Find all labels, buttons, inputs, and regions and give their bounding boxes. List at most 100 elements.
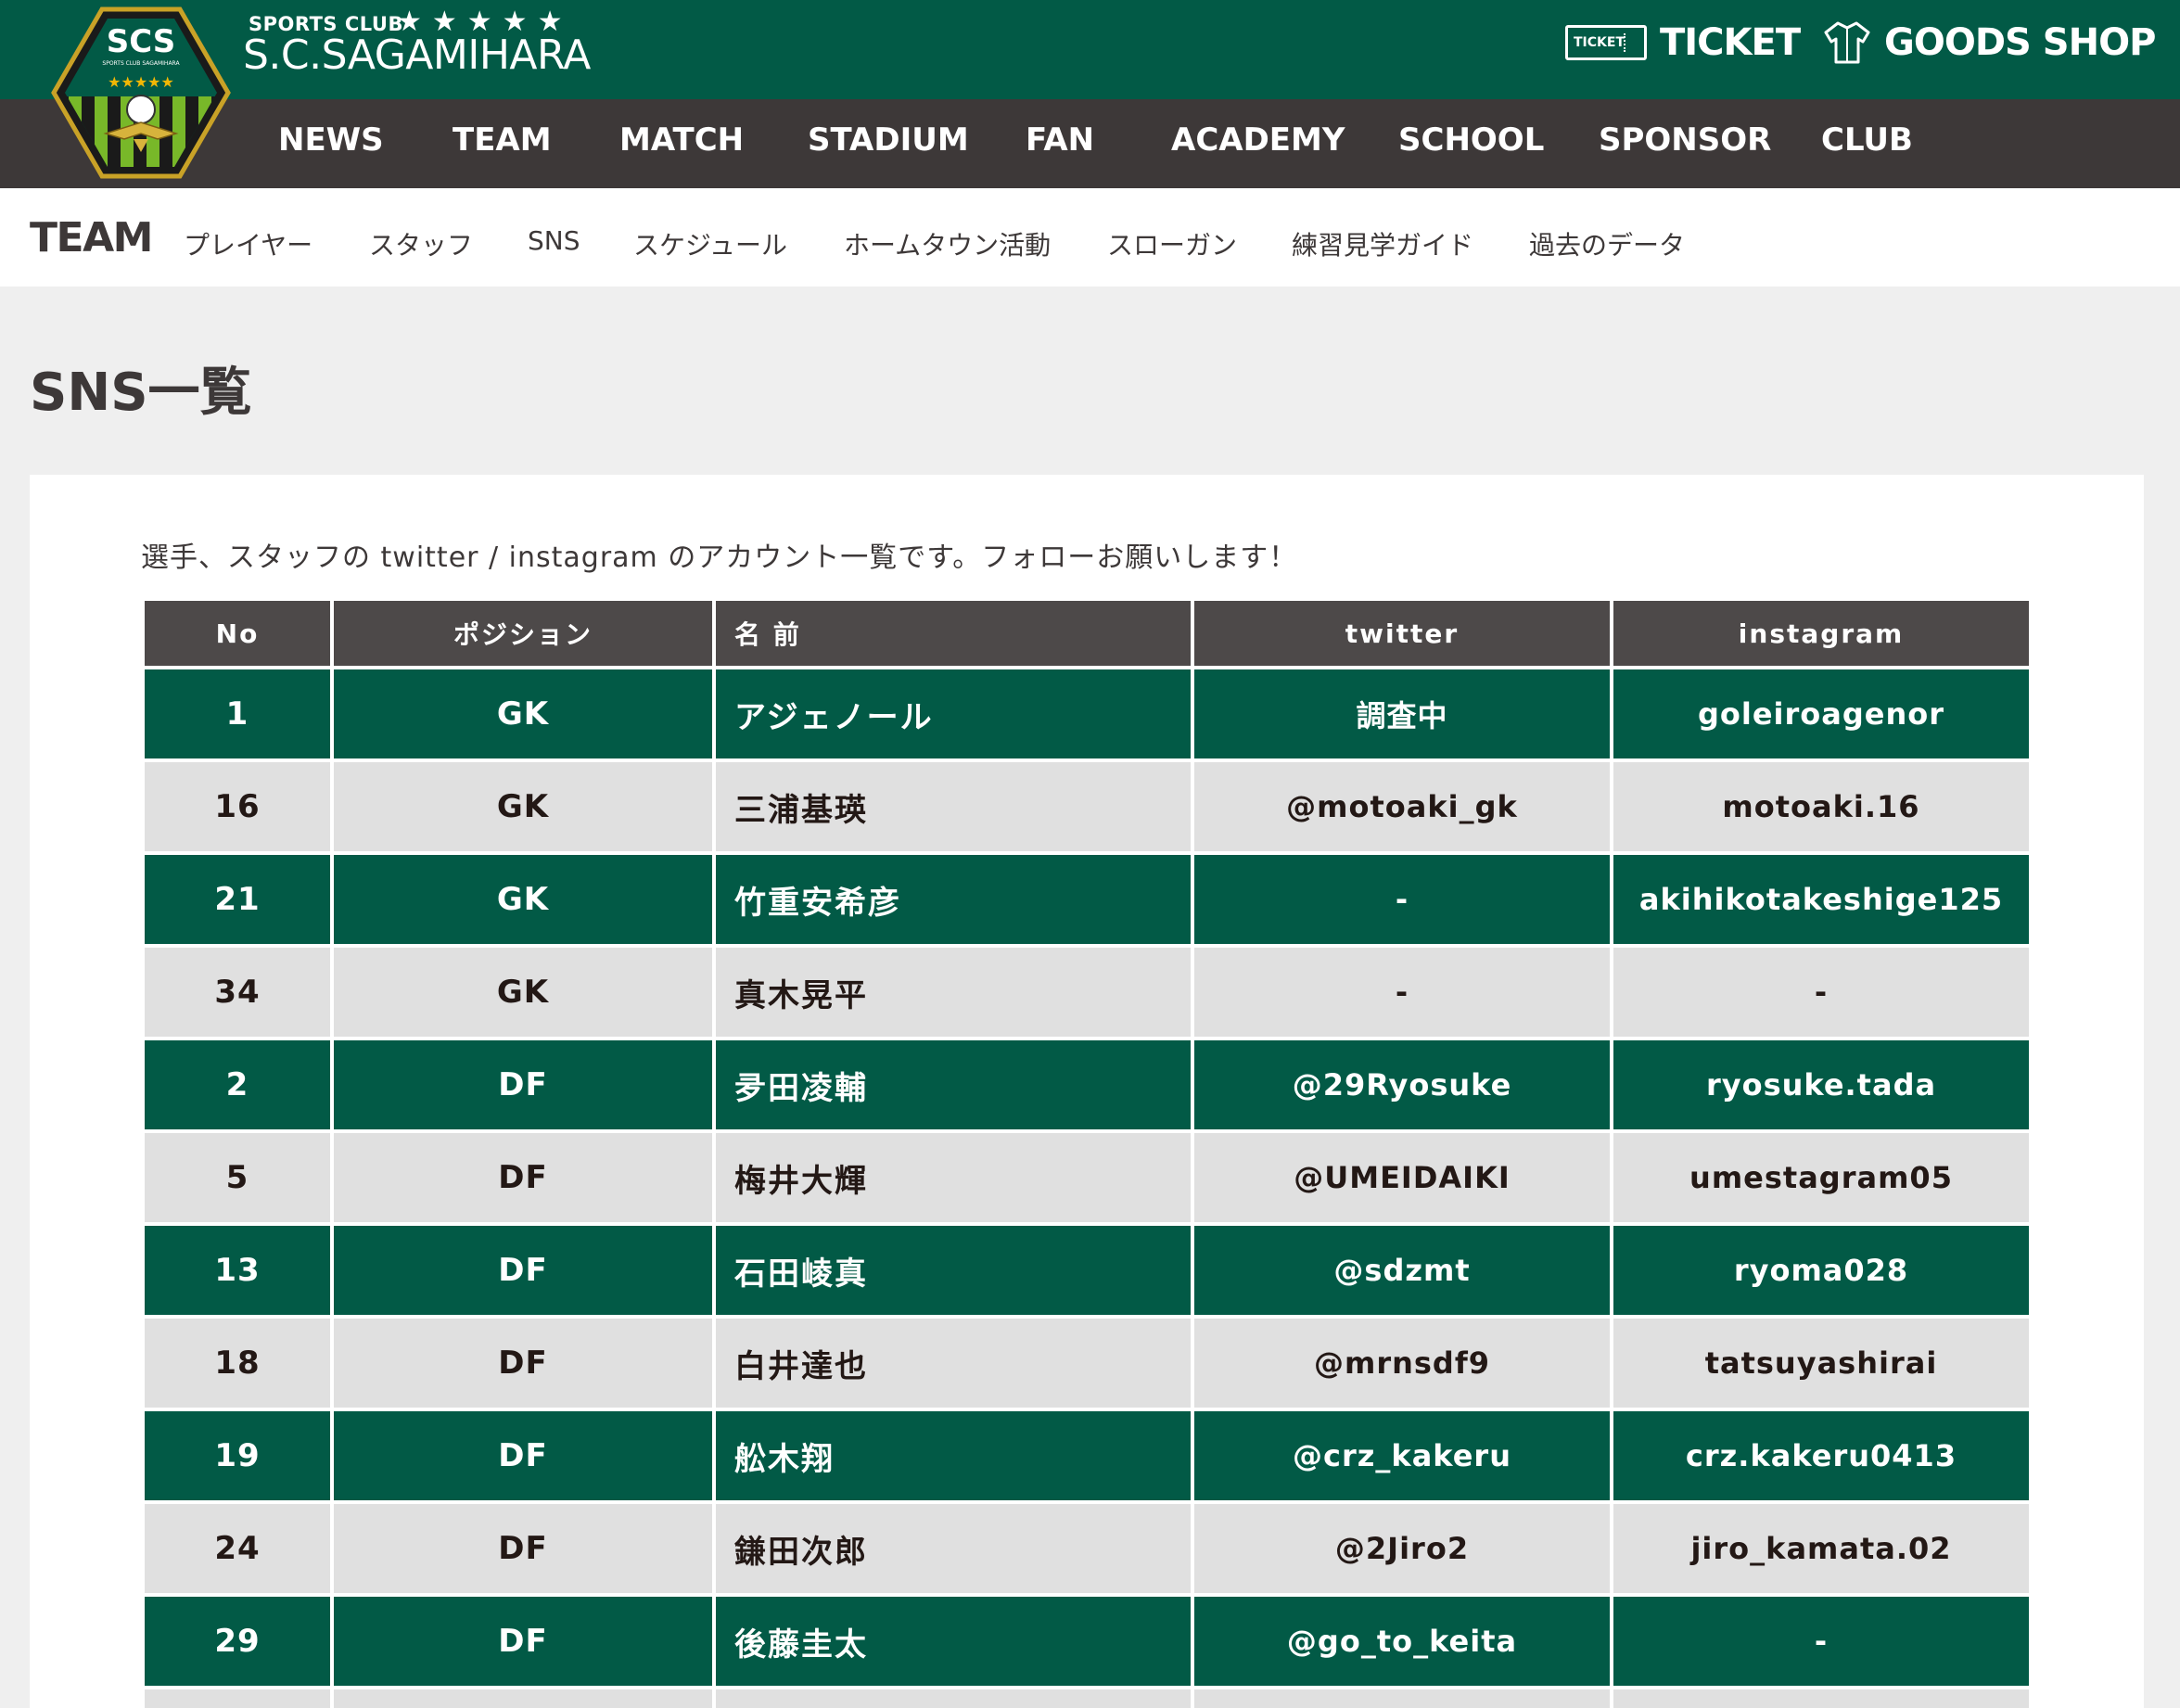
table-row: 2 DF 夛田凌輔 @29Ryosuke ryosuke.tada [145, 1040, 2029, 1129]
header-no: No [145, 601, 330, 666]
header-name: 名 前 [716, 601, 1191, 666]
cell-no: 19 [145, 1411, 330, 1500]
table-row: 16 GK 三浦基瑛 @motoaki_gk motoaki.16 [145, 762, 2029, 851]
nav-news[interactable]: NEWS [278, 121, 384, 159]
table-row: 34 GK 真木晃平 - - [145, 948, 2029, 1037]
cell-name: 鎌田次郎 [716, 1504, 1191, 1593]
cell-instagram[interactable]: umestagram05 [1613, 1133, 2029, 1222]
nav-match[interactable]: MATCH [619, 121, 744, 159]
cell-no: 2 [145, 1040, 330, 1129]
cell-instagram[interactable]: akihikotakeshige125 [1613, 855, 2029, 944]
nav-team[interactable]: TEAM [453, 121, 552, 159]
nav-fan[interactable]: FAN [1026, 121, 1094, 159]
cell-instagram[interactable]: jiro_kamata.02 [1613, 1504, 2029, 1593]
header-twitter: twitter [1194, 601, 1610, 666]
cell-name: 後藤圭太 [716, 1597, 1191, 1686]
nav-sponsor[interactable]: SPONSOR [1599, 121, 1771, 159]
goods-shop-link[interactable]: GOODS SHOP [1823, 17, 2156, 69]
header-instagram: instagram [1613, 601, 2029, 666]
sub-nav-sns[interactable]: SNS [528, 225, 580, 256]
header-position: ポジション [334, 601, 712, 666]
cell-instagram[interactable]: motoaki.16 [1613, 762, 2029, 851]
cell-instagram: - [1613, 1597, 2029, 1686]
cell-position: DF [334, 1040, 712, 1129]
shirt-icon [1824, 21, 1870, 64]
cell-instagram[interactable]: goleiroagenor [1613, 669, 2029, 758]
cell-empty [334, 1689, 712, 1708]
cell-name: アジェノール [716, 669, 1191, 758]
sub-nav-practice-guide[interactable]: 練習見学ガイド [1292, 225, 1473, 262]
cell-no: 5 [145, 1133, 330, 1222]
cell-twitter: - [1194, 948, 1610, 1037]
club-emblem-logo[interactable]: SCS SPORTS CLUB SAGAMIHARA ★★★★★ [48, 4, 234, 182]
cell-twitter[interactable]: @sdzmt [1194, 1226, 1610, 1315]
table-row: 13 DF 石田崚真 @sdzmt ryoma028 [145, 1226, 2029, 1315]
brand-name[interactable]: S.C.SAGAMIHARA [243, 32, 591, 79]
nav-stadium[interactable]: STADIUM [808, 121, 969, 159]
cell-twitter[interactable]: @mrnsdf9 [1194, 1319, 1610, 1408]
sub-nav-slogan[interactable]: スローガン [1107, 225, 1237, 262]
ticket-label: TICKET [1660, 21, 1801, 64]
goods-shop-label: GOODS SHOP [1884, 21, 2156, 64]
cell-instagram: - [1613, 948, 2029, 1037]
sub-nav-title: TEAM [30, 214, 153, 261]
cell-twitter[interactable]: @go_to_keita [1194, 1597, 1610, 1686]
table-row: 19 DF 舩木翔 @crz_kakeru crz.kakeru0413 [145, 1411, 2029, 1500]
cell-instagram[interactable]: ryosuke.tada [1613, 1040, 2029, 1129]
sub-nav-past-data[interactable]: 過去のデータ [1529, 225, 1685, 262]
ticket-icon: TICKET [1565, 25, 1647, 60]
cell-twitter[interactable]: @UMEIDAIKI [1194, 1133, 1610, 1222]
cell-position: GK [334, 855, 712, 944]
cell-position: DF [334, 1226, 712, 1315]
cell-name: 三浦基瑛 [716, 762, 1191, 851]
cell-empty [1194, 1689, 1610, 1708]
cell-name: 白井達也 [716, 1319, 1191, 1408]
svg-text:SPORTS CLUB SAGAMIHARA: SPORTS CLUB SAGAMIHARA [102, 60, 180, 67]
cell-position: DF [334, 1597, 712, 1686]
cell-instagram[interactable]: ryoma028 [1613, 1226, 2029, 1315]
nav-school[interactable]: SCHOOL [1398, 121, 1544, 159]
cell-name: 梅井大輝 [716, 1133, 1191, 1222]
cell-twitter[interactable]: @motoaki_gk [1194, 762, 1610, 851]
cell-position: DF [334, 1133, 712, 1222]
cell-position: GK [334, 762, 712, 851]
cell-name: 真木晃平 [716, 948, 1191, 1037]
intro-text: 選手、スタッフの twitter / instagram のアカウント一覧です。… [141, 542, 1298, 574]
cell-name: 石田崚真 [716, 1226, 1191, 1315]
cell-position: DF [334, 1504, 712, 1593]
cell-instagram[interactable]: crz.kakeru0413 [1613, 1411, 2029, 1500]
cell-name: 竹重安希彦 [716, 855, 1191, 944]
table-row: 29 DF 後藤圭太 @go_to_keita - [145, 1597, 2029, 1686]
sub-nav-hometown[interactable]: ホームタウン活動 [844, 225, 1051, 262]
table-header-row: No ポジション 名 前 twitter instagram [145, 601, 2029, 666]
cell-position: GK [334, 948, 712, 1037]
ticket-link[interactable]: TICKET TICKET [1565, 17, 1801, 69]
table-row: 18 DF 白井達也 @mrnsdf9 tatsuyashirai [145, 1319, 2029, 1408]
sub-nav-schedule[interactable]: スケジュール [633, 225, 787, 262]
cell-twitter[interactable]: @29Ryosuke [1194, 1040, 1610, 1129]
table-row: 1 GK アジェノール 調査中 goleiroagenor [145, 669, 2029, 758]
table-row: 5 DF 梅井大輝 @UMEIDAIKI umestagram05 [145, 1133, 2029, 1222]
table-row: 24 DF 鎌田次郎 @2Jiro2 jiro_kamata.02 [145, 1504, 2029, 1593]
cell-instagram[interactable]: tatsuyashirai [1613, 1319, 2029, 1408]
cell-name: 夛田凌輔 [716, 1040, 1191, 1129]
table-row-partial [145, 1689, 2029, 1708]
cell-empty [145, 1689, 330, 1708]
sub-nav-players[interactable]: プレイヤー [184, 225, 312, 262]
cell-position: DF [334, 1319, 712, 1408]
cell-twitter[interactable]: @crz_kakeru [1194, 1411, 1610, 1500]
cell-twitter: - [1194, 855, 1610, 944]
cell-empty [1613, 1689, 2029, 1708]
sub-nav-staff[interactable]: スタッフ [369, 225, 473, 262]
svg-text:SCS: SCS [107, 23, 176, 60]
cell-position: DF [334, 1411, 712, 1500]
table-row: 21 GK 竹重安希彦 - akihikotakeshige125 [145, 855, 2029, 944]
nav-academy[interactable]: ACADEMY [1171, 121, 1345, 159]
page-title: SNS一覧 [30, 363, 252, 423]
nav-club[interactable]: CLUB [1821, 121, 1913, 159]
cell-twitter[interactable]: @2Jiro2 [1194, 1504, 1610, 1593]
cell-twitter: 調査中 [1194, 669, 1610, 758]
cell-no: 29 [145, 1597, 330, 1686]
cell-name: 舩木翔 [716, 1411, 1191, 1500]
svg-text:★★★★★: ★★★★★ [108, 73, 174, 91]
